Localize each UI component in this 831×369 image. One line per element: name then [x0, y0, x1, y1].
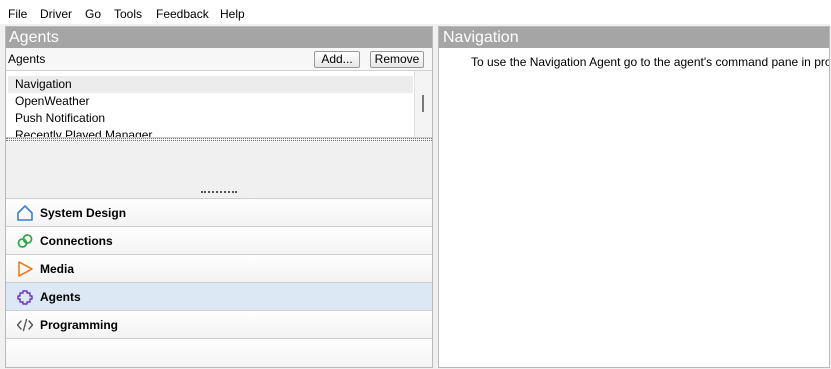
agent-list-scrollbar[interactable]	[414, 71, 432, 137]
menu-go[interactable]: Go	[85, 7, 101, 21]
house-icon	[17, 205, 33, 221]
menu-help[interactable]: Help	[220, 7, 245, 21]
nav-agents[interactable]: Agents	[6, 282, 432, 310]
nav-connections-label: Connections	[40, 234, 113, 248]
nav-agents-label: Agents	[40, 290, 81, 304]
agents-toolbar-label: Agents	[8, 52, 46, 66]
navigation-help-text: To use the Navigation Agent go to the ag…	[471, 55, 829, 69]
agents-toolbar: Agents Add... Remove	[6, 48, 432, 71]
agent-details-area	[6, 141, 432, 196]
nav-connections[interactable]: Connections	[6, 226, 432, 254]
nav-programming[interactable]: Programming	[6, 310, 432, 338]
nav-programming-label: Programming	[40, 318, 119, 332]
list-item-recently-played-manager[interactable]: Recently Played Manager	[8, 127, 413, 137]
code-icon	[16, 318, 34, 332]
navigation-panel-title: Navigation	[439, 27, 829, 48]
menu-feedback[interactable]: Feedback	[156, 7, 209, 21]
add-agent-button[interactable]: Add...	[314, 51, 360, 68]
menu-driver[interactable]: Driver	[40, 7, 72, 21]
nav-media[interactable]: Media	[6, 254, 432, 282]
list-item-openweather[interactable]: OpenWeather	[8, 93, 413, 110]
play-icon	[18, 261, 33, 277]
remove-agent-button[interactable]: Remove	[370, 51, 424, 68]
navigation-pane: System Design Connections Media Agents P…	[6, 198, 432, 367]
resize-grip[interactable]	[201, 191, 237, 195]
agents-panel-title: Agents	[6, 27, 432, 48]
list-item-push-notification[interactable]: Push Notification	[8, 110, 413, 127]
nav-system-design[interactable]: System Design	[6, 198, 432, 226]
scrollbar-thumb[interactable]	[422, 95, 424, 112]
menu-tools[interactable]: Tools	[114, 7, 142, 21]
link-icon	[17, 234, 33, 248]
agents-panel: Agents Agents Add... Remove Navigation O…	[5, 26, 433, 368]
agent-list: Navigation OpenWeather Push Notification…	[6, 71, 432, 138]
list-item-navigation[interactable]: Navigation	[8, 76, 413, 93]
navigation-pane-footer	[6, 338, 432, 367]
agents-icon	[17, 290, 33, 305]
navigation-agent-panel: Navigation To use the Navigation Agent g…	[438, 26, 830, 368]
menu-bar: File Driver Go Tools Feedback Help	[0, 0, 831, 24]
nav-media-label: Media	[40, 262, 75, 276]
menu-file[interactable]: File	[8, 7, 27, 21]
nav-system-design-label: System Design	[40, 206, 127, 220]
